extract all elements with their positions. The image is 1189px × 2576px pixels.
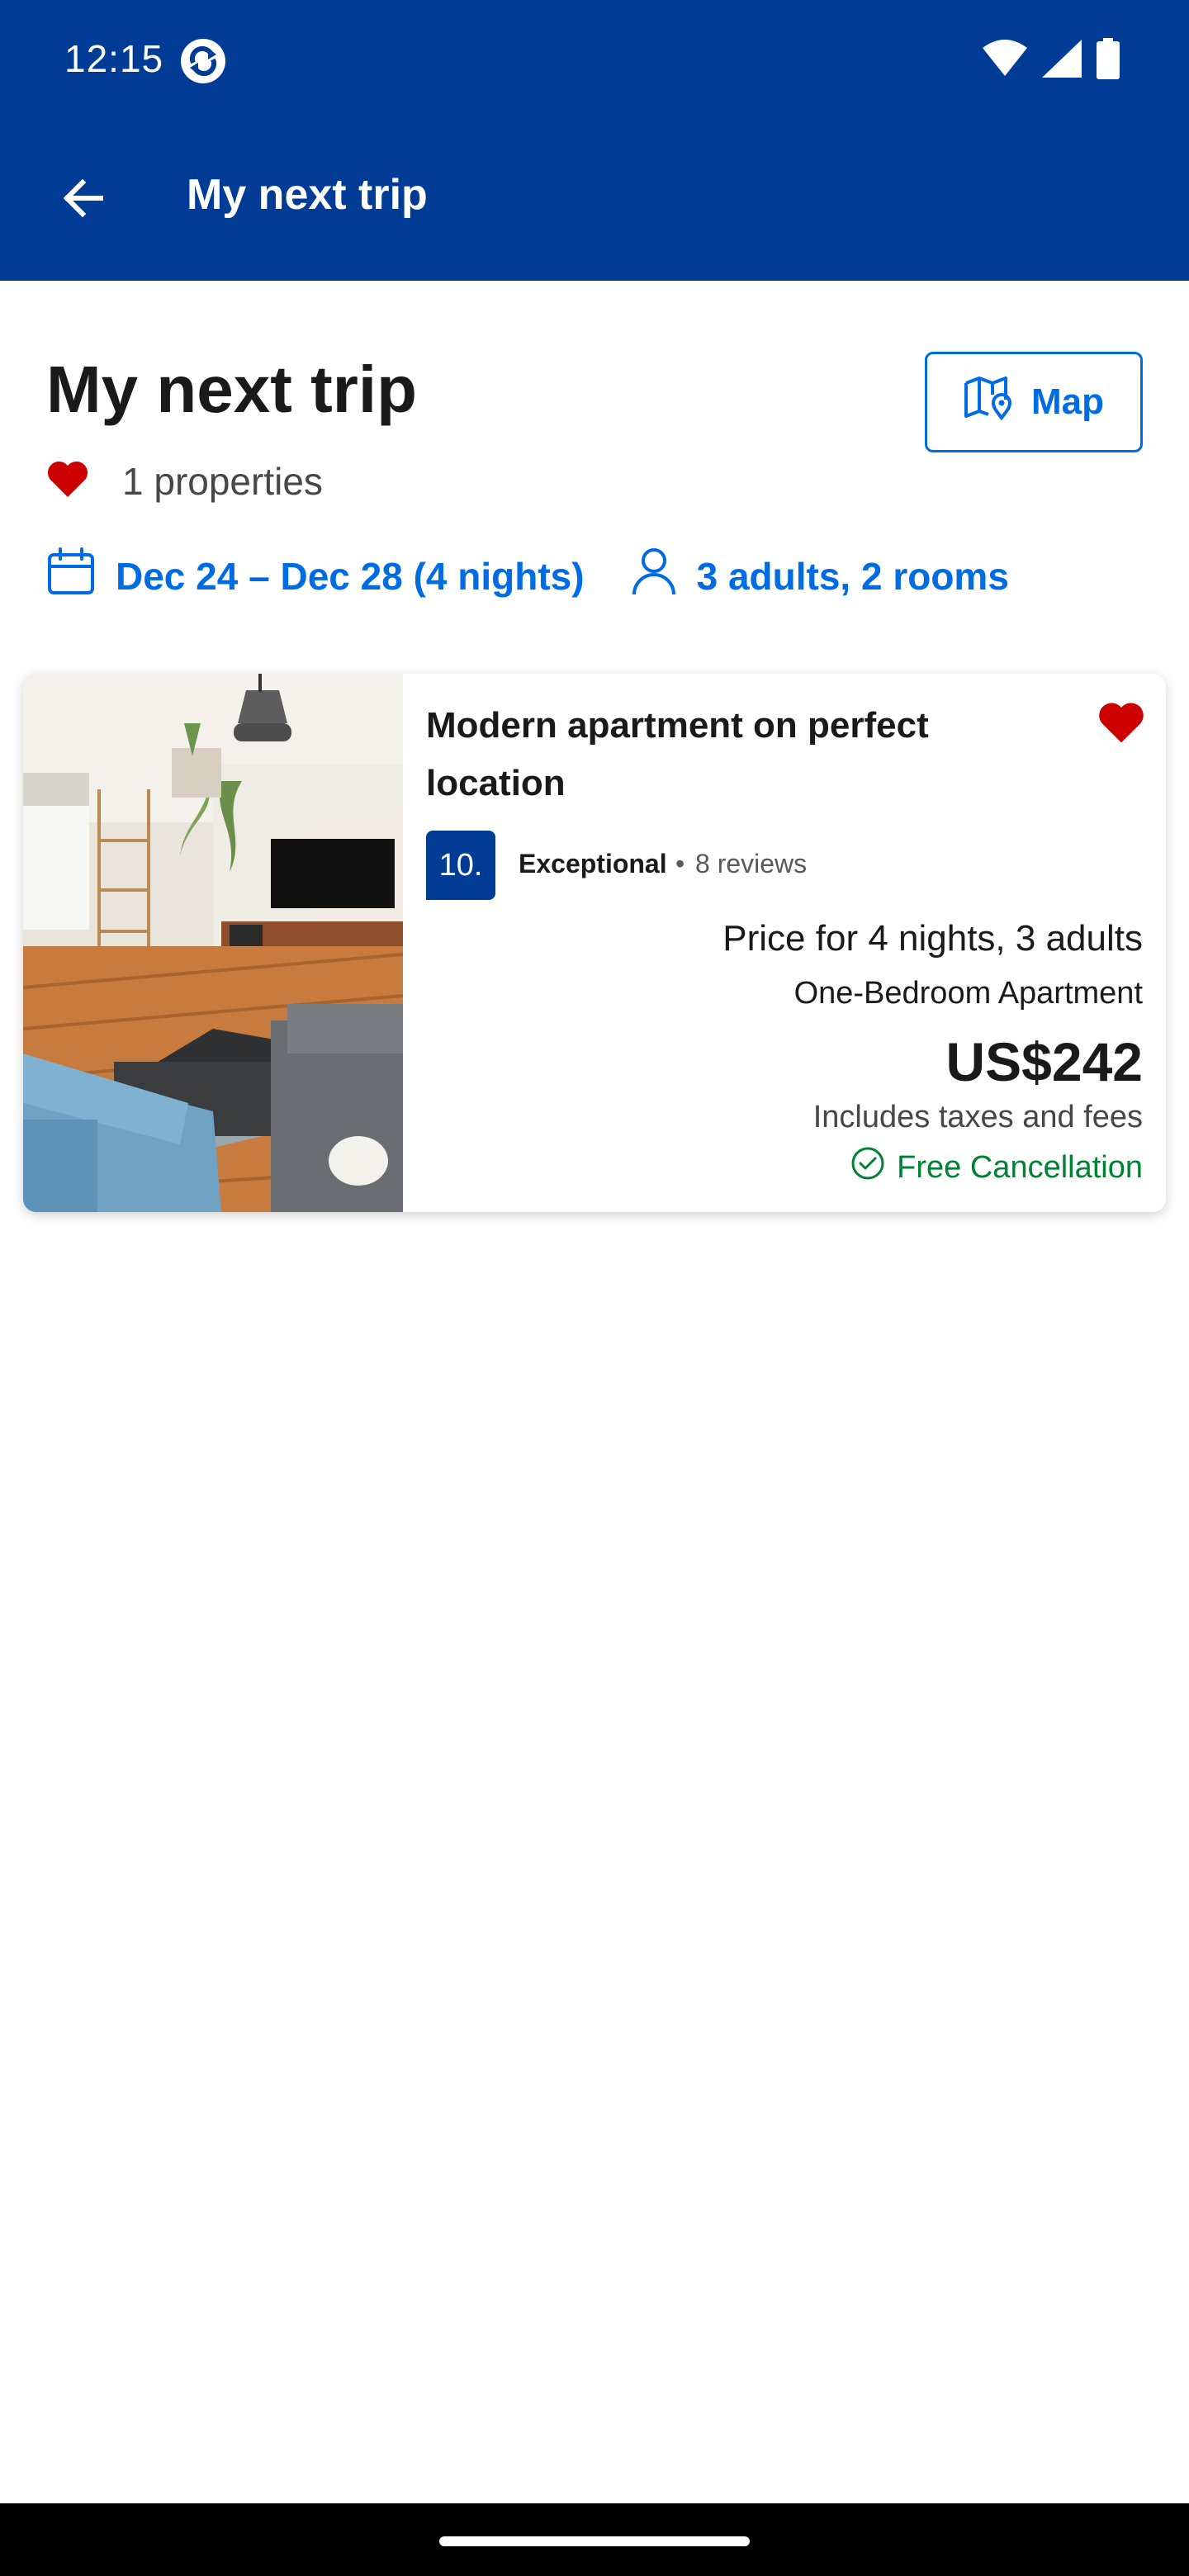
review-score-badge: 10. bbox=[426, 831, 495, 900]
map-button-label: Map bbox=[1031, 381, 1104, 422]
status-time: 12:15 bbox=[64, 37, 164, 80]
arrow-left-icon bbox=[58, 173, 107, 227]
save-toggle-button[interactable] bbox=[1092, 695, 1151, 755]
room-type: One-Bedroom Apartment bbox=[793, 976, 1143, 1011]
review-count: 8 reviews bbox=[695, 849, 808, 878]
signal-icon bbox=[1042, 40, 1082, 82]
status-icons bbox=[983, 38, 1120, 83]
page-title: My next trip bbox=[46, 353, 417, 426]
review-separator: • bbox=[675, 849, 685, 878]
free-cancellation: Free Cancellation bbox=[850, 1146, 1143, 1189]
trip-meta: Dec 24 – Dec 28 (4 nights) 3 adults, 2 r… bbox=[46, 547, 1009, 605]
status-bar: 12:15 bbox=[0, 0, 1189, 119]
property-card[interactable]: Modern apartment on perfect location 10.… bbox=[23, 674, 1166, 1212]
review-score-label: Exceptional bbox=[519, 849, 667, 878]
properties-count-text: 1 properties bbox=[122, 460, 323, 503]
heart-filled-icon bbox=[46, 461, 89, 503]
back-button[interactable] bbox=[43, 160, 122, 239]
check-circle-icon bbox=[850, 1146, 885, 1189]
map-icon bbox=[964, 375, 1013, 430]
person-icon bbox=[631, 547, 677, 605]
property-photo[interactable] bbox=[23, 674, 404, 1212]
price-caption: Price for 4 nights, 3 adults bbox=[722, 918, 1143, 959]
battery-icon bbox=[1097, 38, 1120, 83]
guests-selector[interactable]: 3 adults, 2 rooms bbox=[631, 547, 1009, 605]
calendar-icon bbox=[46, 547, 96, 605]
heart-filled-icon bbox=[1097, 702, 1145, 749]
price: US$242 bbox=[945, 1031, 1143, 1092]
free-cancellation-text: Free Cancellation bbox=[897, 1149, 1143, 1185]
system-navigation-bar bbox=[0, 2503, 1189, 2576]
dates-selector[interactable]: Dec 24 – Dec 28 (4 nights) bbox=[46, 547, 585, 605]
wifi-icon bbox=[983, 40, 1027, 82]
dates-text: Dec 24 – Dec 28 (4 nights) bbox=[116, 554, 585, 598]
app-bar-title: My next trip bbox=[187, 171, 428, 219]
taxes-note: Includes taxes and fees bbox=[812, 1100, 1143, 1134]
app-notification-icon bbox=[180, 38, 226, 84]
guests-text: 3 adults, 2 rooms bbox=[696, 554, 1009, 598]
saved-properties-count: 1 properties bbox=[46, 459, 323, 504]
app-bar: My next trip bbox=[0, 119, 1189, 281]
map-button[interactable]: Map bbox=[925, 352, 1143, 452]
property-title[interactable]: Modern apartment on perfect location bbox=[426, 697, 1054, 812]
home-gesture-handle[interactable] bbox=[439, 2536, 750, 2546]
